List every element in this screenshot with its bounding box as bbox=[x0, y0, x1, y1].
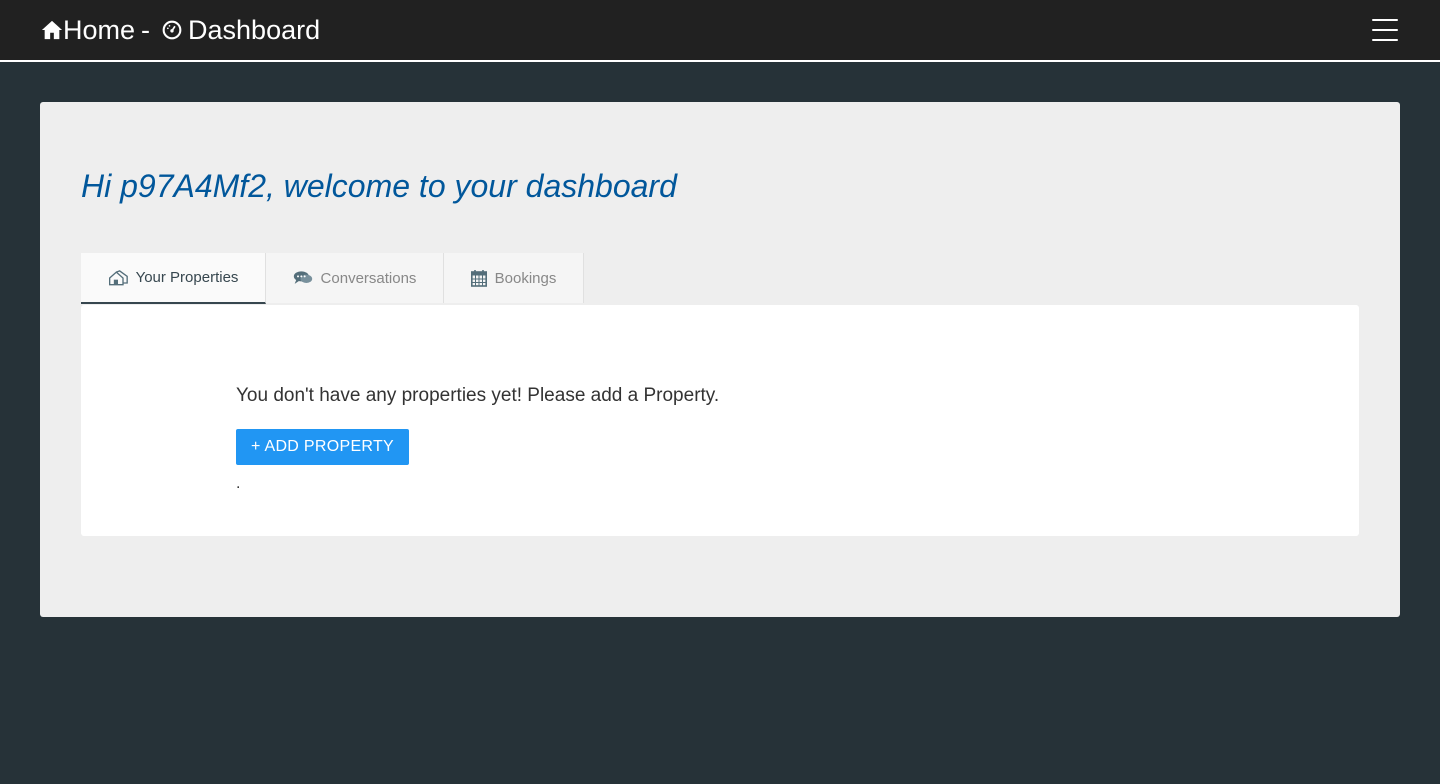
dashboard-tabs: Your Properties Conversations Bookings bbox=[81, 253, 584, 304]
empty-properties-message: You don't have any properties yet! Pleas… bbox=[236, 385, 720, 406]
breadcrumb[interactable]: Home - Dashboard bbox=[41, 13, 320, 47]
properties-house-icon bbox=[108, 269, 128, 286]
nav-dashboard-label: Dashboard bbox=[188, 15, 321, 45]
hamburger-bar bbox=[1372, 29, 1398, 31]
chat-bubbles-icon bbox=[293, 270, 313, 286]
nav-home-label: Home bbox=[63, 15, 136, 45]
tab-conversations[interactable]: Conversations bbox=[266, 253, 444, 303]
hamburger-bar bbox=[1372, 39, 1398, 41]
tab-label: Your Properties bbox=[135, 269, 239, 286]
top-navbar: Home - Dashboard bbox=[0, 0, 1440, 62]
nav-separator: - bbox=[141, 15, 151, 45]
tab-your-properties[interactable]: Your Properties bbox=[81, 253, 266, 304]
tab-label: Conversations bbox=[320, 269, 417, 287]
tab-bookings[interactable]: Bookings bbox=[444, 253, 584, 303]
add-property-button[interactable]: + ADD PROPERTY bbox=[236, 429, 409, 465]
dashboard-gauge-icon bbox=[162, 20, 182, 40]
tab-label: Bookings bbox=[494, 269, 557, 287]
hamburger-bar bbox=[1372, 19, 1398, 21]
trailing-dot-text: . bbox=[236, 475, 241, 492]
home-icon bbox=[41, 19, 63, 41]
hamburger-menu-icon[interactable] bbox=[1372, 19, 1398, 41]
calendar-icon bbox=[470, 269, 487, 287]
dashboard-panel: Hi p97A4Mf2, welcome to your dashboard Y… bbox=[40, 102, 1400, 617]
welcome-heading: Hi p97A4Mf2, welcome to your dashboard bbox=[81, 168, 677, 204]
properties-tab-content: You don't have any properties yet! Pleas… bbox=[81, 305, 1359, 536]
